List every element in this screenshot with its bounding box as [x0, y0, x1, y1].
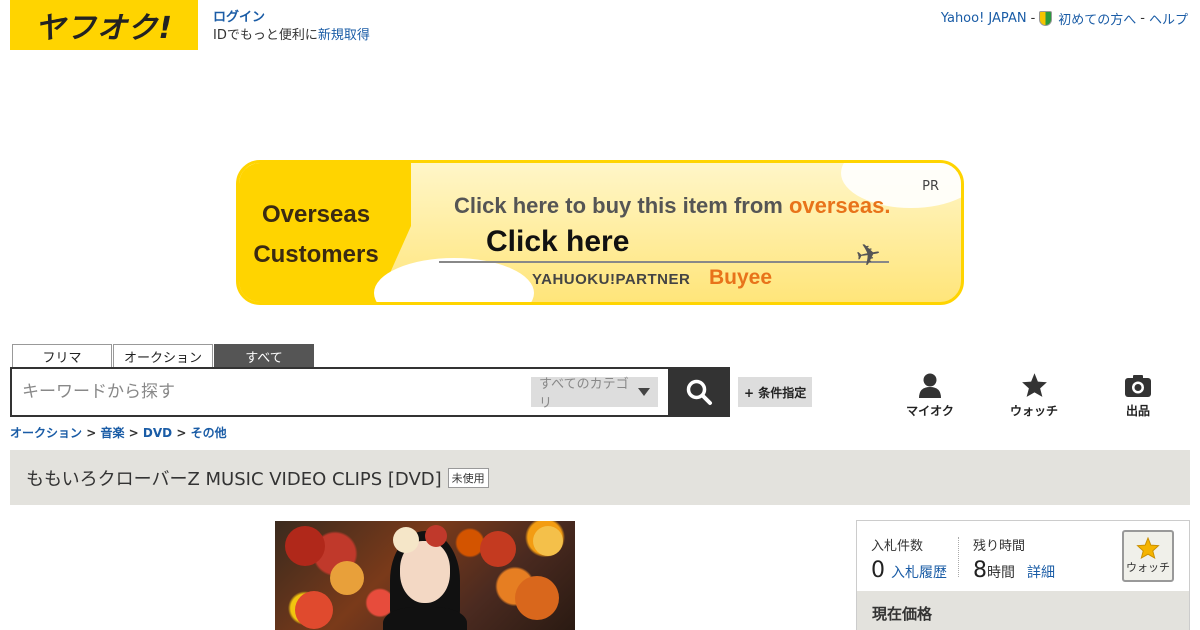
breadcrumb-separator: > — [86, 426, 97, 440]
banner-headline-prefix: Click here to buy this item from — [454, 193, 789, 218]
yahoo-japan-link[interactable]: Yahoo! JAPAN — [941, 11, 1027, 26]
banner-left-text: Overseas Customers — [251, 195, 381, 275]
bids-count: 0 — [871, 558, 885, 583]
category-select[interactable]: すべてのカテゴリ — [531, 377, 658, 411]
airplane-icon: ✈ — [853, 236, 884, 275]
sell-label: 出品 — [1125, 404, 1150, 418]
banner-partner-text: YAHUOKU!PARTNER — [532, 271, 691, 288]
flower-decoration — [515, 576, 559, 620]
top-links: Yahoo! JAPAN - 初めての方へ - ヘルプ — [941, 9, 1188, 28]
auction-status-panel: 入札件数 0 入札履歴 残り時間 8 時間 詳細 ウォッチ 現在価格 — [856, 520, 1190, 630]
item-title: ももいろクローバーZ MUSIC VIDEO CLIPS [DVD] — [26, 468, 442, 490]
yahuoku-logo[interactable]: ヤフオク! — [10, 0, 198, 50]
advanced-search-button[interactable]: + 条件指定 — [738, 377, 813, 407]
item-title-bar: ももいろクローバーZ MUSIC VIDEO CLIPS [DVD] 未使用 — [10, 450, 1190, 505]
time-detail-link[interactable]: 詳細 — [1027, 562, 1055, 582]
search-tabs: フリマ オークション すべて — [12, 344, 314, 368]
bid-history-link[interactable]: 入札履歴 — [891, 562, 947, 582]
time-left-value: 8 — [973, 558, 987, 583]
breadcrumb: オークション > 音楽 > DVD > その他 — [10, 424, 227, 441]
banner-left-line1: Overseas — [261, 201, 371, 228]
flower-decoration — [330, 561, 364, 595]
bids-section: 入札件数 0 入札履歴 — [871, 535, 947, 583]
watch-button[interactable]: ウォッチ — [1122, 530, 1174, 582]
help-link[interactable]: ヘルプ — [1149, 9, 1188, 28]
myauc-label: マイオク — [906, 404, 954, 418]
tab-auction[interactable]: オークション — [113, 344, 213, 368]
sell-button[interactable]: 出品 — [1098, 370, 1178, 419]
login-sub-text: IDでもっと便利に — [213, 28, 318, 43]
banner-cta[interactable]: Click here — [486, 225, 629, 259]
search-box: すべてのカテゴリ — [10, 367, 730, 417]
beginner-mark-icon — [1039, 11, 1053, 26]
login-block: ログイン IDでもっと便利に新規取得 — [213, 9, 370, 45]
login-link[interactable]: ログイン — [213, 9, 370, 27]
flower-decoration — [393, 527, 419, 553]
breadcrumb-separator: > — [128, 426, 139, 440]
category-select-value: すべてのカテゴリ — [539, 377, 629, 411]
breadcrumb-auction[interactable]: オークション — [10, 426, 82, 440]
breadcrumb-music[interactable]: 音楽 — [100, 426, 124, 440]
bids-label: 入札件数 — [871, 539, 924, 554]
overseas-banner[interactable]: Overseas Customers Click here to buy thi… — [236, 160, 964, 305]
star-icon — [1021, 373, 1047, 397]
breadcrumb-other[interactable]: その他 — [191, 426, 227, 440]
camera-icon — [1125, 375, 1151, 397]
top-links-separator: - — [1030, 11, 1036, 26]
register-link[interactable]: 新規取得 — [318, 28, 370, 43]
search-input[interactable] — [12, 369, 531, 415]
banner-pr-label: PR — [922, 179, 939, 194]
beginner-link[interactable]: 初めての方へ — [1058, 9, 1136, 28]
flower-decoration — [533, 526, 563, 556]
banner-headline-highlight: overseas. — [788, 193, 891, 218]
logo-text: ヤフオク! — [34, 11, 174, 46]
portrait-body — [383, 607, 467, 630]
banner-flight-line — [439, 261, 889, 263]
star-icon — [1136, 537, 1160, 559]
banner-headline: Click here to buy this item from oversea… — [454, 193, 890, 219]
time-left-section: 残り時間 8 時間 詳細 — [973, 535, 1055, 583]
search-icon — [686, 379, 712, 405]
watch-list-label: ウォッチ — [1009, 404, 1058, 418]
banner-left-line2: Customers — [253, 241, 379, 268]
myauc-button[interactable]: マイオク — [890, 370, 970, 419]
breadcrumb-separator: > — [176, 426, 187, 440]
condition-badge: 未使用 — [447, 467, 489, 488]
panel-divider — [958, 537, 959, 577]
flower-decoration — [285, 526, 325, 566]
time-left-unit: 時間 — [987, 565, 1015, 581]
search-button[interactable] — [668, 367, 730, 417]
tab-furima[interactable]: フリマ — [12, 344, 112, 368]
chevron-down-icon — [638, 388, 650, 396]
banner-cloud-decoration — [374, 258, 534, 302]
top-links-separator: - — [1140, 11, 1145, 26]
tab-all[interactable]: すべて — [214, 344, 314, 368]
breadcrumb-dvd[interactable]: DVD — [143, 426, 172, 440]
product-image[interactable] — [275, 521, 575, 630]
user-icon — [919, 373, 941, 398]
current-price-label: 現在価格 — [857, 591, 1189, 630]
buyee-logo: Buyee — [709, 266, 773, 289]
flower-decoration — [295, 591, 333, 629]
watch-button-label: ウォッチ — [1126, 561, 1170, 574]
flower-decoration — [480, 531, 516, 567]
watch-list-button[interactable]: ウォッチ — [994, 370, 1074, 419]
time-left-label: 残り時間 — [973, 539, 1026, 554]
flower-decoration — [425, 525, 447, 547]
